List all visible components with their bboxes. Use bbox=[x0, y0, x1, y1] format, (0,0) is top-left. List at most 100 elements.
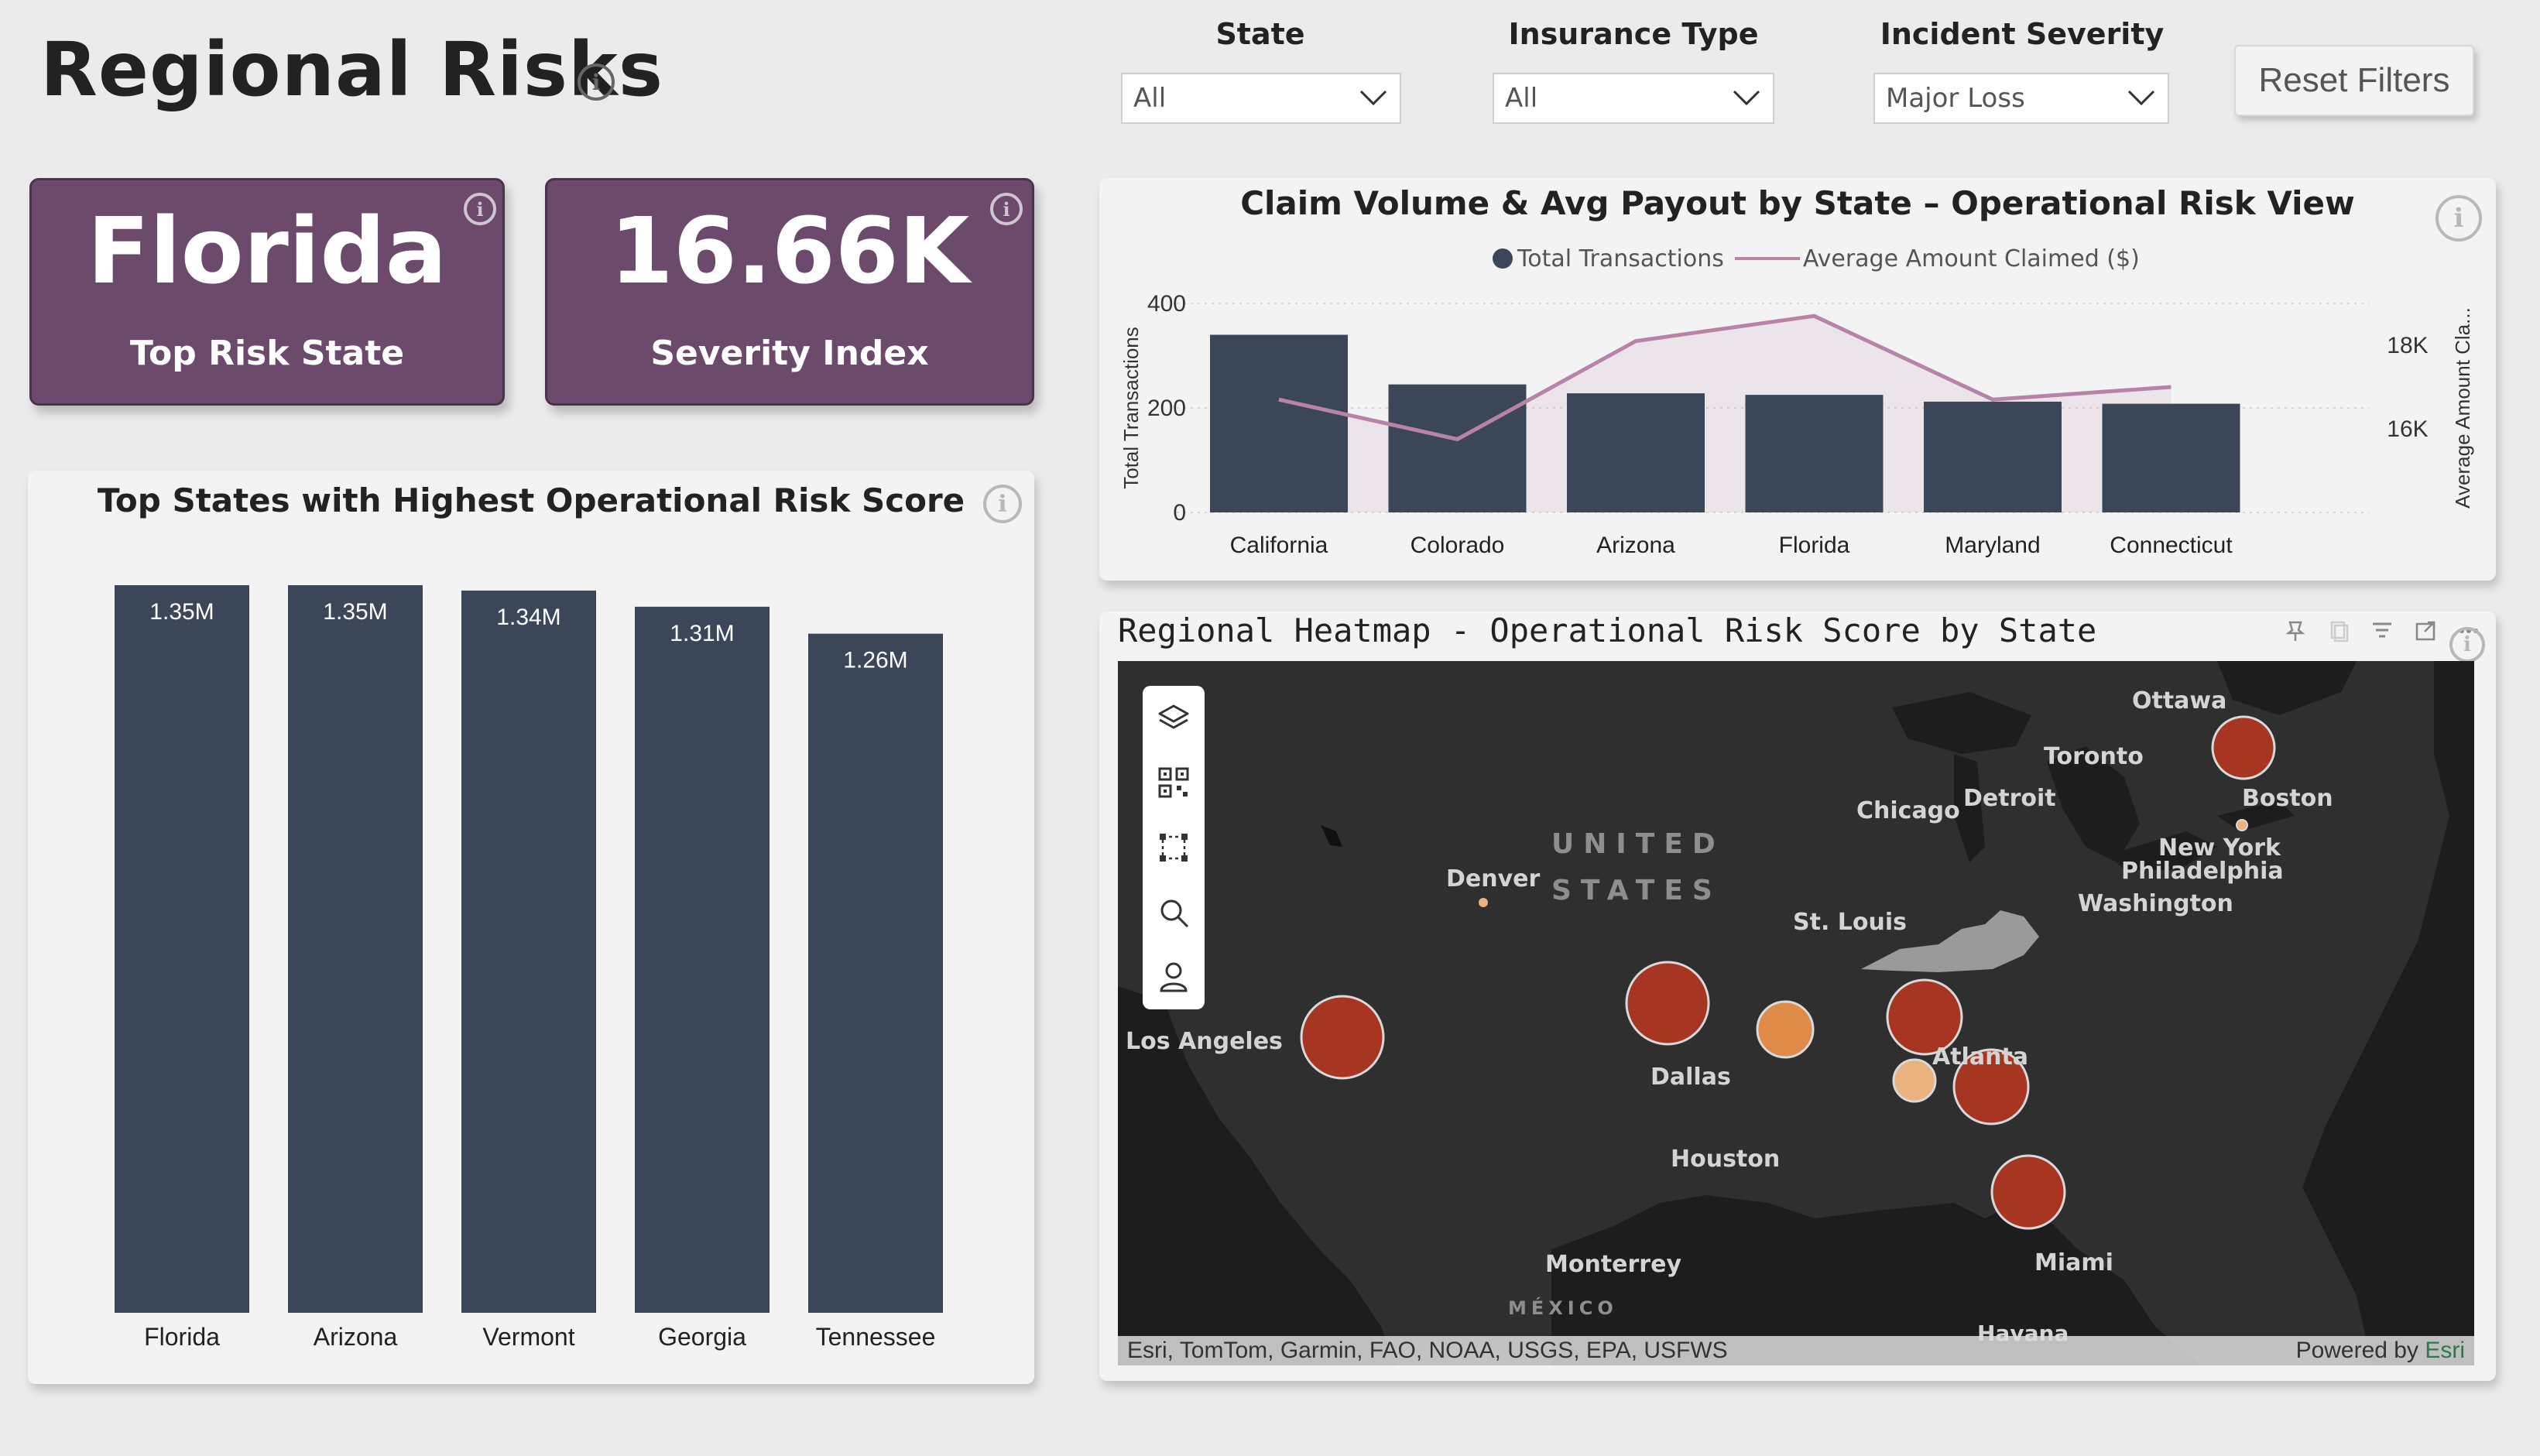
category-label: Tennessee bbox=[816, 1323, 936, 1351]
risk-bubble[interactable] bbox=[2211, 715, 2276, 780]
y-tick-left: 0 bbox=[1173, 500, 1186, 526]
category-label: Arizona bbox=[314, 1323, 398, 1351]
kpi-label: Severity Index bbox=[650, 334, 929, 373]
incident-severity-dropdown[interactable]: Major Loss bbox=[1873, 73, 2169, 124]
claims-combo-chart: 400 200 0 18K 16K Total Transactions Average A… bbox=[1119, 291, 2474, 558]
map-label: Toronto bbox=[2044, 743, 2144, 770]
qr-select-icon[interactable] bbox=[1149, 758, 1198, 807]
kpi-label: Top Risk State bbox=[129, 334, 405, 373]
bar-data-label: 1.31M bbox=[670, 621, 734, 646]
info-icon[interactable]: i bbox=[990, 193, 1023, 225]
esri-link[interactable]: Esri bbox=[2425, 1338, 2465, 1363]
rect-select-icon[interactable] bbox=[1149, 823, 1198, 872]
chevron-down-icon bbox=[1733, 90, 1760, 106]
map-label: Ottawa bbox=[2132, 687, 2227, 714]
bar-total-transactions[interactable] bbox=[1388, 384, 1527, 512]
powered-by-label: Powered by bbox=[2295, 1338, 2425, 1363]
bar[interactable] bbox=[808, 633, 943, 1313]
risk-bubble[interactable] bbox=[1756, 1000, 1815, 1059]
category-label: Connecticut bbox=[2110, 533, 2233, 558]
chevron-down-icon bbox=[2127, 90, 2155, 106]
map-attribution-bar: Esri, TomTom, Garmin, FAO, NOAA, USGS, E… bbox=[1118, 1336, 2474, 1365]
risk-bubbles-layer bbox=[1300, 715, 2276, 1230]
map-label: Atlanta bbox=[1932, 1043, 2029, 1071]
map-label: Dallas bbox=[1650, 1064, 1731, 1091]
info-icon[interactable]: i bbox=[2449, 627, 2485, 663]
filter-label-state: State bbox=[1215, 17, 1305, 51]
person-icon[interactable] bbox=[1149, 952, 1198, 1002]
state-dropdown[interactable]: All bbox=[1121, 73, 1401, 124]
map-label: Miami bbox=[2034, 1249, 2113, 1276]
map-country-label: MÉXICO bbox=[1508, 1297, 1618, 1319]
map-attribution: Esri, TomTom, Garmin, FAO, NOAA, USGS, E… bbox=[1127, 1338, 1728, 1363]
kpi-card-top-risk-state: Florida Top Risk State i bbox=[29, 178, 505, 406]
map-country-label: STATES bbox=[1551, 875, 1722, 906]
bar[interactable] bbox=[461, 590, 596, 1313]
bar-total-transactions[interactable] bbox=[1210, 334, 1348, 513]
copy-icon[interactable] bbox=[2326, 618, 2352, 644]
category-label: Florida bbox=[1779, 533, 1850, 558]
top-states-bar-chart: 1.35M Florida 1.35M Arizona 1.34M Vermont 1.31… bbox=[115, 585, 943, 1351]
category-label: California bbox=[1230, 533, 1328, 558]
bar-data-label: 1.35M bbox=[149, 599, 214, 625]
powered-by: Powered by Esri bbox=[2296, 1338, 2465, 1364]
map-label: St. Louis bbox=[1793, 909, 1908, 936]
bar-total-transactions[interactable] bbox=[1567, 393, 1705, 512]
y-tick-left: 200 bbox=[1147, 396, 1186, 421]
map-label: Houston bbox=[1671, 1146, 1781, 1173]
bar-total-transactions[interactable] bbox=[1745, 395, 1884, 512]
bar-total-transactions[interactable] bbox=[2102, 403, 2240, 512]
map-label: Denver bbox=[1446, 865, 1541, 892]
map-toolbar bbox=[1143, 686, 1205, 1009]
risk-bubble[interactable] bbox=[1300, 995, 1385, 1080]
map-label: Detroit bbox=[1963, 785, 2056, 812]
category-label: Florida bbox=[144, 1323, 220, 1351]
category-label: Arizona bbox=[1596, 533, 1675, 558]
city-dot bbox=[2236, 819, 2248, 831]
incident-severity-dropdown-value: Major Loss bbox=[1886, 83, 2025, 114]
bar-data-label: 1.34M bbox=[496, 605, 560, 630]
map-label: Philadelphia bbox=[2121, 858, 2284, 885]
y-axis-label-right: Average Amount Cla... bbox=[2451, 307, 2474, 509]
y-tick-right: 16K bbox=[2387, 416, 2428, 442]
risk-bubble[interactable] bbox=[1990, 1154, 2066, 1230]
category-label: Georgia bbox=[658, 1323, 746, 1351]
state-dropdown-value: All bbox=[1133, 83, 1167, 114]
map-label: Chicago bbox=[1856, 797, 1960, 824]
risk-bubble[interactable] bbox=[1625, 961, 1710, 1046]
bar-data-label: 1.26M bbox=[843, 648, 907, 673]
kpi-card-severity-index: 16.66K Severity Index i bbox=[545, 178, 1034, 406]
filter-label-incident-severity: Incident Severity bbox=[1880, 17, 2165, 51]
category-label: Colorado bbox=[1411, 533, 1505, 558]
map-canvas[interactable]: Ottawa Toronto Detroit Chicago Boston Ne… bbox=[1118, 661, 2474, 1365]
kpi-value: Florida bbox=[87, 197, 447, 304]
bar[interactable] bbox=[635, 606, 770, 1313]
insurance-type-dropdown[interactable]: All bbox=[1493, 73, 1774, 124]
search-icon[interactable] bbox=[1149, 888, 1198, 937]
map-country-label: UNITED bbox=[1551, 828, 1725, 860]
info-icon[interactable]: i bbox=[578, 63, 615, 101]
filter-icon[interactable] bbox=[2369, 618, 2395, 644]
map-label: Monterrey bbox=[1545, 1251, 1682, 1278]
map-label: Los Angeles bbox=[1126, 1028, 1283, 1055]
kpi-value: 16.66K bbox=[609, 197, 970, 304]
y-tick-right: 18K bbox=[2387, 333, 2428, 358]
bar-data-label: 1.35M bbox=[323, 599, 387, 625]
bar[interactable] bbox=[115, 585, 249, 1313]
info-icon[interactable]: i bbox=[464, 193, 496, 225]
top-states-chart-card: Top States with Highest Operational Risk… bbox=[28, 471, 1034, 1384]
pin-icon[interactable] bbox=[2282, 618, 2309, 644]
page-title: Regional Risks bbox=[40, 26, 664, 113]
map-card: Regional Heatmap - Operational Risk Scor… bbox=[1099, 612, 2496, 1381]
city-dot bbox=[1479, 898, 1488, 907]
focus-mode-icon[interactable] bbox=[2412, 618, 2439, 644]
map-label: Washington bbox=[2078, 890, 2233, 917]
layers-icon[interactable] bbox=[1149, 694, 1198, 743]
bar-total-transactions[interactable] bbox=[1924, 401, 2062, 512]
bar[interactable] bbox=[288, 585, 423, 1313]
map-label: Boston bbox=[2242, 785, 2333, 812]
reset-filters-button[interactable]: Reset Filters bbox=[2234, 45, 2474, 116]
y-axis-label-left: Total Transactions bbox=[1119, 327, 1143, 489]
filter-label-insurance-type: Insurance Type bbox=[1508, 17, 1759, 51]
risk-bubble[interactable] bbox=[1892, 1058, 1937, 1103]
